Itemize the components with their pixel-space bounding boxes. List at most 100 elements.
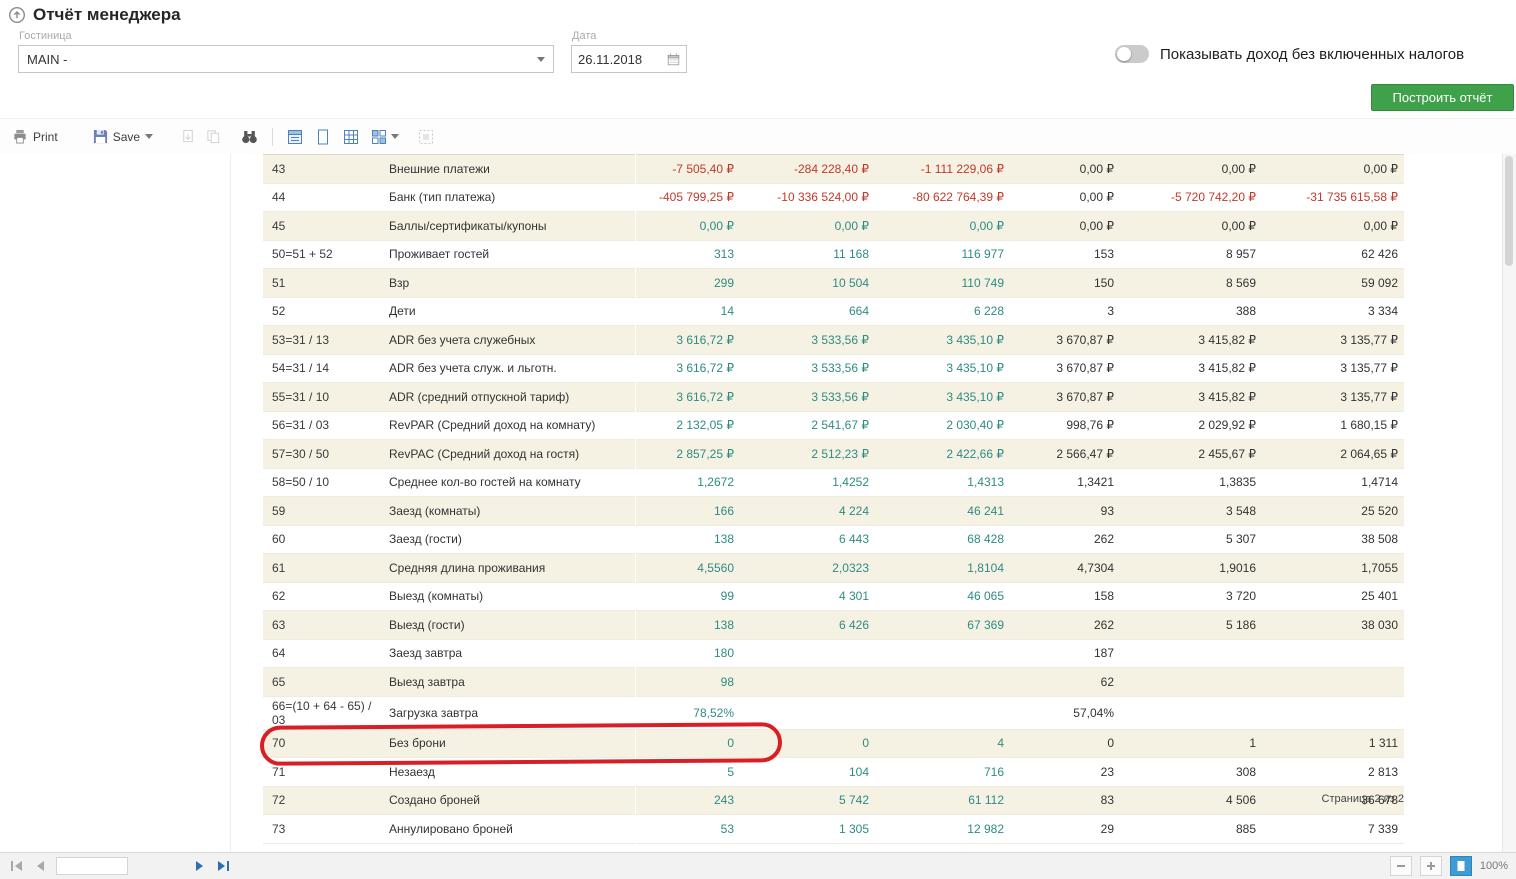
row-value-5 <box>1120 696 1262 729</box>
hotel-select[interactable]: MAIN - <box>18 45 554 73</box>
row-value-3: 4 <box>875 729 1010 758</box>
view-grid-button[interactable] <box>339 125 362 148</box>
row-value-2: 0,00 ₽ <box>740 212 875 241</box>
row-value-3: 0,00 ₽ <box>875 212 1010 241</box>
zoom-level: 100% <box>1480 860 1508 872</box>
row-value-4: 3 670,87 ₽ <box>1010 354 1120 383</box>
row-value-5: 2 029,92 ₽ <box>1120 411 1262 440</box>
row-value-4: 1,3421 <box>1010 468 1120 497</box>
zoom-in-button[interactable] <box>1420 856 1442 876</box>
row-value-3: 110 749 <box>875 269 1010 298</box>
row-value-5: 8 957 <box>1120 240 1262 269</box>
row-label: ADR без учета служ. и льготн. <box>383 354 635 383</box>
table-row: 73 Аннулировано броней 53 1 305 12 982 2… <box>263 815 1404 844</box>
export-icon[interactable] <box>181 129 196 144</box>
row-value-4: 2 566,47 ₽ <box>1010 440 1120 469</box>
row-value-4: 0,00 ₽ <box>1010 155 1120 184</box>
row-value-4: 3 670,87 ₽ <box>1010 326 1120 355</box>
search-button[interactable] <box>237 126 262 148</box>
last-page-button[interactable] <box>216 860 230 872</box>
date-input[interactable]: 26.11.2018 <box>571 45 687 73</box>
first-page-button[interactable] <box>10 860 24 872</box>
row-number: 43 <box>263 155 383 184</box>
page-setup-button[interactable] <box>414 125 437 148</box>
calendar-icon[interactable] <box>667 53 680 66</box>
page-number-box[interactable] <box>56 857 128 875</box>
row-value-5: 2 455,67 ₽ <box>1120 440 1262 469</box>
fit-page-button[interactable] <box>1450 856 1472 876</box>
table-row: 66=(10 + 64 - 65) / 03 Загрузка завтра 7… <box>263 696 1404 729</box>
table-row: 62 Выезд (комнаты) 99 4 301 46 065 158 3… <box>263 582 1404 611</box>
row-value-6: 3 135,77 ₽ <box>1262 354 1404 383</box>
view-table-button[interactable] <box>367 125 401 148</box>
row-value-6: 3 135,77 ₽ <box>1262 326 1404 355</box>
row-value-2: 0 <box>740 729 875 758</box>
row-value-3: 116 977 <box>875 240 1010 269</box>
row-value-3: 3 435,10 ₽ <box>875 354 1010 383</box>
row-value-2: -10 336 524,00 ₽ <box>740 183 875 212</box>
table-row: 53=31 / 13 ADR без учета служебных 3 616… <box>263 326 1404 355</box>
view-continuous-button[interactable] <box>283 125 306 148</box>
vertical-scrollbar[interactable] <box>1502 154 1516 852</box>
row-label: Заезд (гости) <box>383 525 635 554</box>
row-number: 50=51 + 52 <box>263 240 383 269</box>
row-value-2: 6 426 <box>740 611 875 640</box>
save-button[interactable]: Save <box>89 126 157 147</box>
row-value-3: 46 241 <box>875 497 1010 526</box>
print-button[interactable]: Print <box>8 126 62 147</box>
row-value-6: 3 135,77 ₽ <box>1262 383 1404 412</box>
row-value-3: 68 428 <box>875 525 1010 554</box>
save-icon <box>93 129 108 144</box>
row-value-1: -7 505,40 ₽ <box>635 155 740 184</box>
row-value-5: 5 186 <box>1120 611 1262 640</box>
row-value-6: 25 401 <box>1262 582 1404 611</box>
row-number: 56=31 / 03 <box>263 411 383 440</box>
row-value-6: 2 813 <box>1262 758 1404 787</box>
row-label: Выезд (гости) <box>383 611 635 640</box>
row-label: Незаезд <box>383 758 635 787</box>
row-value-5: 885 <box>1120 815 1262 844</box>
row-value-4: 998,76 ₽ <box>1010 411 1120 440</box>
row-label: ADR без учета служебных <box>383 326 635 355</box>
row-number: 66=(10 + 64 - 65) / 03 <box>263 696 383 729</box>
row-value-3: 3 435,10 ₽ <box>875 383 1010 412</box>
row-value-5: 1 <box>1120 729 1262 758</box>
view-single-page-button[interactable] <box>311 125 334 148</box>
tax-toggle[interactable] <box>1115 45 1149 63</box>
table-row: 56=31 / 03 RevPAR (Средний доход на комн… <box>263 411 1404 440</box>
row-value-1: 166 <box>635 497 740 526</box>
row-label: RevPAC (Средний доход на гостя) <box>383 440 635 469</box>
row-value-4: 62 <box>1010 668 1120 697</box>
build-report-button[interactable]: Построить отчёт <box>1371 84 1514 111</box>
row-value-3 <box>875 639 1010 668</box>
table-row: 58=50 / 10 Среднее кол-во гостей на комн… <box>263 468 1404 497</box>
row-number: 45 <box>263 212 383 241</box>
copy-icon[interactable] <box>206 129 221 144</box>
row-number: 60 <box>263 525 383 554</box>
table-row: 71 Незаезд 5 104 716 23 308 2 813 <box>263 758 1404 787</box>
row-value-5: 8 569 <box>1120 269 1262 298</box>
next-page-button[interactable] <box>194 860 206 872</box>
row-label: Взр <box>383 269 635 298</box>
report-circle-icon <box>8 6 26 24</box>
row-label: Баллы/сертификаты/купоны <box>383 212 635 241</box>
row-value-6: 7 339 <box>1262 815 1404 844</box>
scrollbar-thumb[interactable] <box>1505 156 1513 266</box>
table-row: 57=30 / 50 RevPAC (Средний доход на гост… <box>263 440 1404 469</box>
row-number: 61 <box>263 554 383 583</box>
row-value-2: 2 512,23 ₽ <box>740 440 875 469</box>
row-value-4: 0 <box>1010 729 1120 758</box>
row-value-3: -80 622 764,39 ₽ <box>875 183 1010 212</box>
row-number: 54=31 / 14 <box>263 354 383 383</box>
row-value-4: 4,7304 <box>1010 554 1120 583</box>
row-value-6: 25 520 <box>1262 497 1404 526</box>
row-label: Внешние платежи <box>383 155 635 184</box>
previous-page-button[interactable] <box>34 860 46 872</box>
row-value-5: 0,00 ₽ <box>1120 155 1262 184</box>
zoom-out-button[interactable] <box>1390 856 1412 876</box>
table-row: 54=31 / 14 ADR без учета служ. и льготн.… <box>263 354 1404 383</box>
row-label: Заезд (комнаты) <box>383 497 635 526</box>
row-value-4: 93 <box>1010 497 1120 526</box>
report-header: Отчёт менеджера Гостиница MAIN - Дата 26… <box>0 0 1516 118</box>
row-value-6: 62 426 <box>1262 240 1404 269</box>
